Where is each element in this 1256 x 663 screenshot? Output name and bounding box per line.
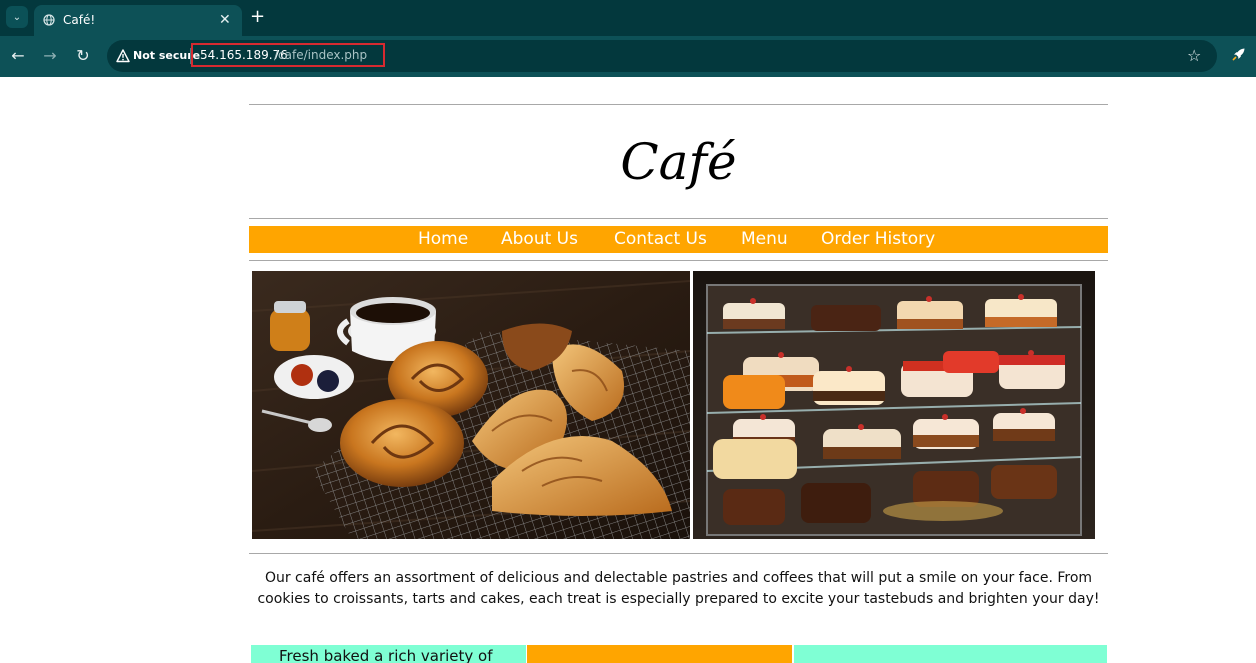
nav-link-home[interactable]: Home — [418, 228, 468, 250]
warning-icon — [116, 49, 130, 63]
divider — [249, 218, 1108, 219]
nav-link-about-us[interactable]: About Us — [501, 228, 578, 250]
forward-icon[interactable]: → — [39, 45, 61, 67]
browser-toolbar: ← → ↻ Not secure 54.165.189.76 /cafe/ind… — [0, 36, 1256, 77]
back-icon[interactable]: ← — [7, 45, 29, 67]
divider — [249, 104, 1108, 105]
tab-search-button[interactable]: ⌄ — [6, 6, 28, 28]
reload-icon[interactable]: ↻ — [72, 45, 94, 67]
active-tab[interactable]: Café! ✕ — [34, 5, 242, 36]
nav-link-contact-us[interactable]: Contact Us — [614, 228, 707, 250]
tab-title: Café! — [63, 13, 96, 27]
main-nav: Home About Us Contact Us Menu Order Hist… — [249, 226, 1108, 253]
nav-link-menu[interactable]: Menu — [741, 228, 788, 250]
nav-link-order-history[interactable]: Order History — [821, 228, 935, 250]
address-bar[interactable]: Not secure 54.165.189.76 /cafe/index.php… — [107, 40, 1217, 72]
feature-panel-right — [794, 645, 1107, 663]
feature-panel-left: Fresh baked a rich variety of — [251, 645, 526, 663]
url-path[interactable]: /cafe/index.php — [274, 48, 367, 62]
feature-panel-middle — [527, 645, 792, 663]
intro-text: Our café offers an assortment of delicio… — [257, 570, 1100, 607]
tab-strip: ⌄ Café! ✕ + — [0, 0, 1256, 36]
divider — [249, 553, 1108, 554]
feature-text: Fresh baked a rich variety of — [279, 647, 493, 663]
divider — [249, 260, 1108, 261]
pastries-image — [252, 271, 690, 539]
close-icon[interactable]: ✕ — [219, 12, 231, 28]
page-title: Café — [620, 133, 737, 191]
cake-display-image — [693, 271, 1095, 539]
star-icon[interactable]: ☆ — [1187, 46, 1201, 65]
new-tab-button[interactable]: + — [250, 7, 265, 27]
globe-icon — [43, 14, 55, 26]
chevron-down-icon: ⌄ — [12, 11, 22, 23]
rocket-icon[interactable] — [1231, 46, 1247, 62]
